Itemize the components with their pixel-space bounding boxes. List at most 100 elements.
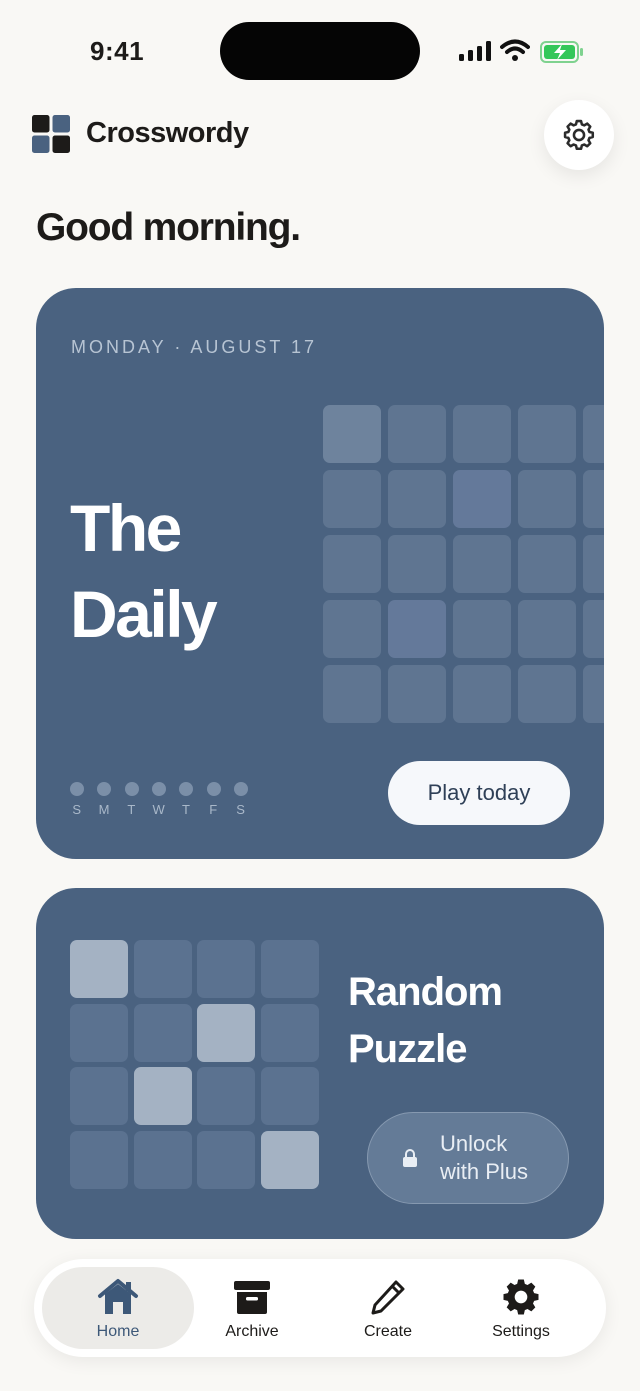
grid-cell xyxy=(133,1003,192,1062)
grid-cell xyxy=(133,1067,192,1125)
grid-cell xyxy=(583,405,604,463)
daily-date: MONDAY · AUGUST 17 xyxy=(71,337,318,357)
app-title: Crosswordy xyxy=(86,117,249,149)
week-day: S xyxy=(233,782,248,817)
random-title-line1: Random xyxy=(348,970,503,1014)
grid-cell xyxy=(260,1003,319,1062)
week-day-dot xyxy=(70,782,84,796)
grid-cell xyxy=(133,1130,192,1189)
week-day: T xyxy=(179,782,194,817)
grid-cell xyxy=(70,1003,128,1062)
week-day: F xyxy=(206,782,221,817)
tab-create[interactable]: Create xyxy=(312,1267,464,1349)
week-day: S xyxy=(70,782,84,817)
week-day-dot xyxy=(233,782,248,796)
grid-cell xyxy=(70,940,128,998)
status-bar: 9:41 xyxy=(0,0,640,100)
tab-archive[interactable]: Archive xyxy=(176,1267,328,1349)
grid-cell xyxy=(518,535,576,593)
grid-cell xyxy=(70,1067,128,1125)
week-day-dot xyxy=(124,782,139,796)
grid-cell xyxy=(323,665,381,723)
grid-cell xyxy=(583,665,604,723)
tab-bar: Home Archive Create Settings xyxy=(34,1259,606,1357)
unlock-label-line2: with Plus xyxy=(440,1159,529,1184)
daily-puzzle-card[interactable]: MONDAY · AUGUST 17 The Daily SMTWTFS Pla… xyxy=(36,288,604,859)
week-day-letter: T xyxy=(181,802,191,817)
week-day: W xyxy=(151,782,166,817)
grid-cell xyxy=(453,535,511,593)
week-day-letter: F xyxy=(209,802,218,817)
lock-icon xyxy=(403,1149,417,1167)
week-day-dot xyxy=(151,782,166,796)
week-day-letter: T xyxy=(127,802,136,817)
grid-cell xyxy=(260,1130,319,1189)
grid-cell xyxy=(388,600,446,658)
week-day: M xyxy=(97,782,112,817)
home-icon xyxy=(98,1279,138,1314)
grid-cell xyxy=(133,940,192,998)
tab-settings[interactable]: Settings xyxy=(445,1267,597,1349)
grid-cell xyxy=(453,405,511,463)
grid-cell xyxy=(388,535,446,593)
crosswordy-logo-icon xyxy=(32,115,70,153)
random-title: Random Puzzle xyxy=(348,964,503,1078)
battery-charging-icon xyxy=(540,41,583,63)
grid-cell xyxy=(323,405,381,463)
week-day-dot xyxy=(206,782,221,796)
grid-cell xyxy=(388,470,446,528)
grid-cell xyxy=(197,1130,255,1189)
grid-cell xyxy=(388,665,446,723)
greeting: Good morning. xyxy=(36,206,301,249)
unlock-label-line1: Unlock xyxy=(440,1131,508,1156)
settings-button[interactable] xyxy=(544,100,614,170)
daily-title-line1: The xyxy=(70,491,182,565)
grid-cell xyxy=(197,1067,255,1125)
grid-cell xyxy=(518,405,576,463)
grid-cell xyxy=(260,940,319,998)
tab-settings-label: Settings xyxy=(492,1323,550,1340)
week-day-letter: M xyxy=(98,802,110,817)
grid-cell xyxy=(388,405,446,463)
grid-cell xyxy=(518,665,576,723)
archive-icon xyxy=(234,1281,270,1314)
week-day-letter: S xyxy=(72,802,82,817)
pencil-icon xyxy=(371,1280,405,1315)
week-day-letter: W xyxy=(152,802,166,817)
grid-cell xyxy=(518,600,576,658)
dynamic-island xyxy=(220,22,420,80)
grid-cell xyxy=(323,535,381,593)
random-title-line2: Puzzle xyxy=(348,1027,467,1071)
grid-cell xyxy=(583,470,604,528)
grid-cell xyxy=(453,600,511,658)
week-day-letter: S xyxy=(236,802,246,817)
daily-title: The Daily xyxy=(70,485,218,657)
grid-cell xyxy=(260,1067,319,1125)
random-puzzle-card[interactable]: Random Puzzle Unlock with Plus xyxy=(36,888,604,1239)
grid-cell xyxy=(323,470,381,528)
unlock-with-plus-button[interactable]: Unlock with Plus xyxy=(367,1112,569,1204)
grid-cell xyxy=(518,470,576,528)
gear-icon xyxy=(503,1279,539,1315)
unlock-label: Unlock with Plus xyxy=(440,1130,528,1186)
status-time: 9:41 xyxy=(90,36,145,66)
week-day: T xyxy=(124,782,139,817)
tab-home-label: Home xyxy=(96,1323,140,1340)
tab-home[interactable]: Home xyxy=(42,1267,194,1349)
grid-cell xyxy=(453,665,511,723)
gear-icon xyxy=(563,119,595,151)
play-today-button[interactable]: Play today xyxy=(388,761,570,825)
grid-cell xyxy=(197,1003,255,1062)
tab-archive-label: Archive xyxy=(225,1323,279,1340)
grid-cell xyxy=(583,535,604,593)
week-day-dot xyxy=(179,782,194,796)
grid-cell xyxy=(197,940,255,998)
wifi-icon xyxy=(500,39,530,61)
tab-create-label: Create xyxy=(363,1323,413,1340)
grid-cell xyxy=(323,600,381,658)
grid-cell xyxy=(70,1130,128,1189)
daily-title-line2: Daily xyxy=(70,577,218,651)
grid-cell xyxy=(583,600,604,658)
signal-icon xyxy=(459,41,491,61)
week-day-dot xyxy=(97,782,112,796)
